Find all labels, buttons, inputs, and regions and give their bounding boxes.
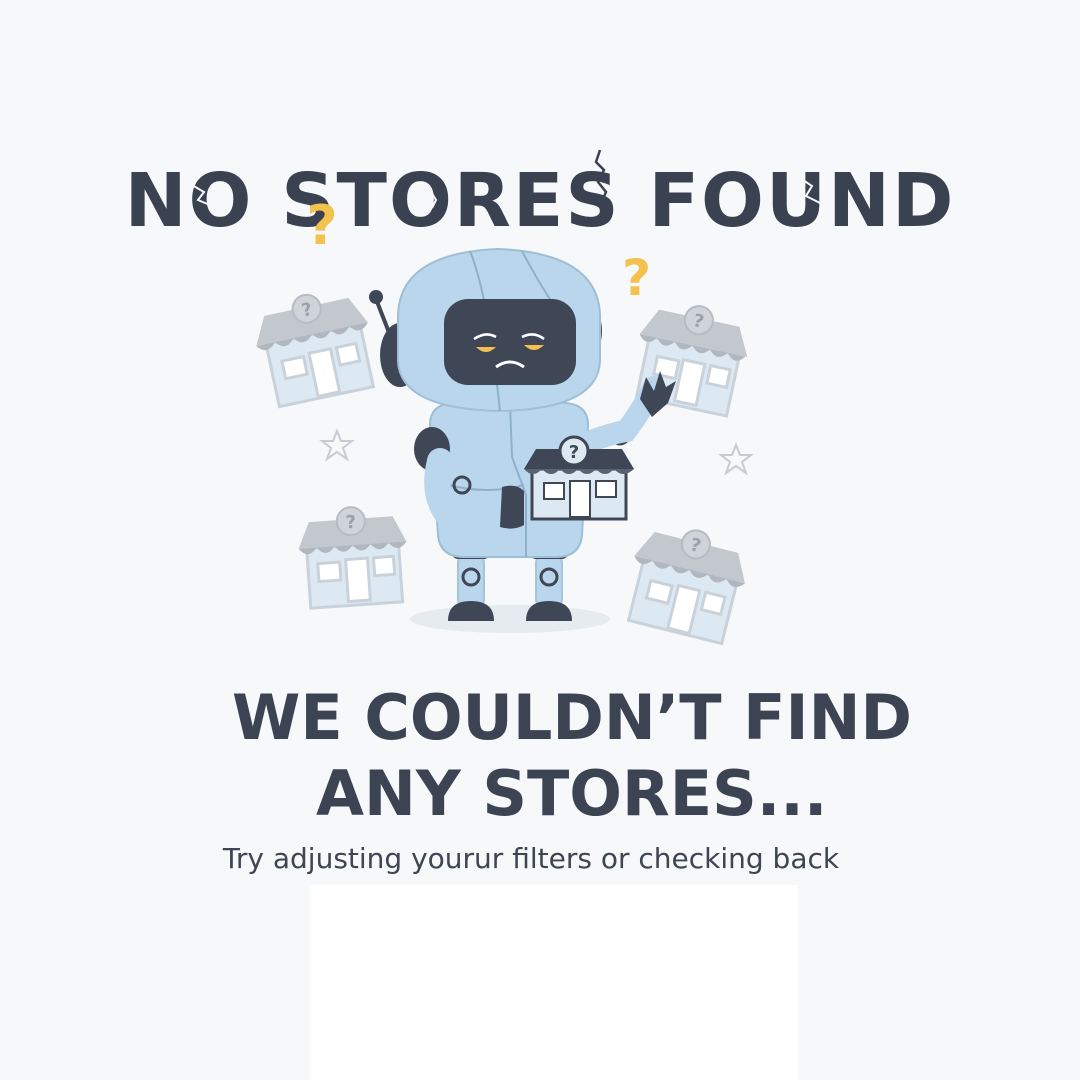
robot-illustration: ? ? ? ? ? ? xyxy=(256,247,754,646)
store-icon: ? xyxy=(626,529,745,646)
empty-state-page: NO STORES FOUND ? ? ? ? ? ? ? WE COULDN’… xyxy=(0,0,1080,1080)
page-title: NO STORES FOUND xyxy=(124,158,956,244)
robot-face-screen xyxy=(444,299,576,385)
empty-state-message: Try adjusting yourur filters or checking… xyxy=(222,842,840,875)
headline-line-1: WE COULDN’T FIND xyxy=(232,681,912,754)
store-icon: ? xyxy=(256,293,376,409)
blank-panel xyxy=(310,885,798,1080)
star-icon xyxy=(319,428,355,462)
store-icon: ? xyxy=(524,435,634,521)
headline-line-2: ANY STORES... xyxy=(316,757,828,830)
store-icon: ? xyxy=(298,506,407,610)
robot-shadow xyxy=(410,605,610,633)
svg-text:?: ? xyxy=(345,512,357,534)
question-mark-icon: ? xyxy=(622,249,651,307)
svg-text:?: ? xyxy=(569,442,579,463)
star-icon xyxy=(718,442,754,476)
